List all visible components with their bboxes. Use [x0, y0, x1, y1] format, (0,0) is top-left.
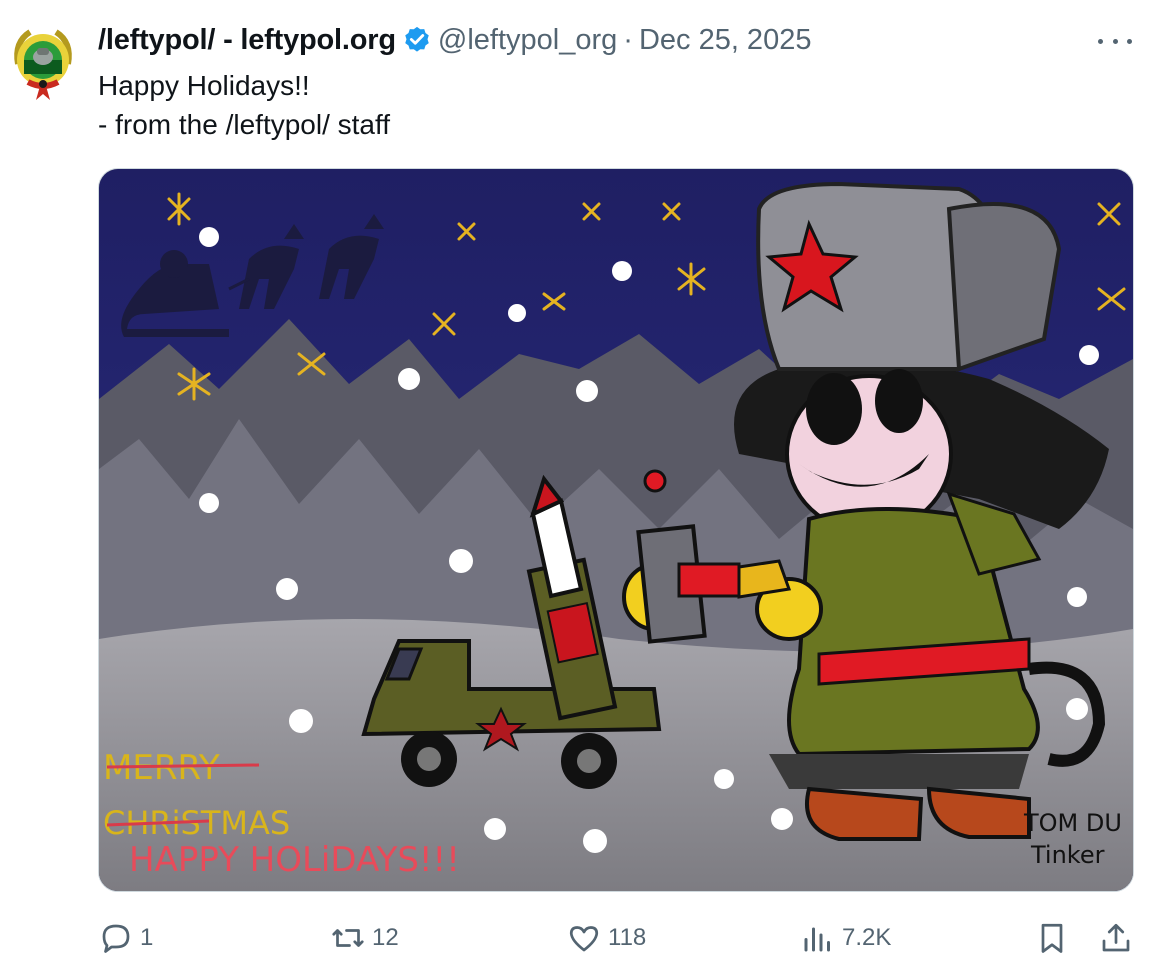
- verified-badge-icon[interactable]: [402, 25, 432, 55]
- like-button[interactable]: 118: [566, 916, 646, 960]
- bookmark-button[interactable]: [1034, 916, 1076, 960]
- author-handle[interactable]: @leftypol_org: [438, 24, 617, 57]
- more-dot: [1112, 38, 1118, 44]
- views-count: 7.2K: [842, 924, 892, 951]
- post-image[interactable]: MERRY CHRiSTMAS HAPPY HOLiDAYS!!! TOM DU…: [98, 168, 1134, 892]
- painted-happy-holidays: HAPPY HOLiDAYS!!!: [129, 840, 460, 880]
- post-date[interactable]: Dec 25, 2025: [639, 24, 812, 57]
- repost-icon: [332, 929, 364, 947]
- views-button[interactable]: 7.2K: [800, 916, 891, 960]
- share-icon: [1102, 923, 1130, 952]
- post-text-line: - from the /leftypol/ staff: [98, 109, 391, 140]
- share-button[interactable]: [1098, 916, 1140, 960]
- leftypol-emblem-icon: [14, 29, 72, 100]
- bookmark-icon: [1041, 923, 1063, 953]
- repost-button[interactable]: 12: [330, 916, 399, 960]
- avatar[interactable]: [10, 24, 76, 100]
- more-dot: [1098, 38, 1103, 44]
- like-count: 118: [608, 924, 647, 951]
- post-text-line: Happy Holidays!!: [98, 70, 310, 101]
- views-icon: [804, 927, 830, 952]
- reply-count: 1: [140, 924, 154, 951]
- post-header: /leftypol/ - leftypol.org @leftypol_org …: [98, 22, 811, 58]
- action-bar: 1 12 118 7.2K: [98, 916, 1134, 960]
- reply-button[interactable]: 1: [98, 916, 153, 960]
- repost-count: 12: [372, 924, 399, 951]
- holiday-illustration: MERRY CHRiSTMAS HAPPY HOLiDAYS!!! TOM DU…: [99, 169, 1133, 891]
- more-icon[interactable]: [1098, 28, 1132, 54]
- separator-dot: ·: [623, 23, 633, 56]
- more-dot: [1127, 38, 1132, 44]
- signature-line-2: Tinker: [1030, 841, 1105, 869]
- author-name[interactable]: /leftypol/ - leftypol.org: [98, 24, 396, 57]
- signature-line-1: TOM DU: [1023, 809, 1122, 837]
- reply-icon: [102, 924, 130, 953]
- post-text: Happy Holidays!! - from the /leftypol/ s…: [98, 66, 390, 144]
- heart-icon: [569, 926, 599, 952]
